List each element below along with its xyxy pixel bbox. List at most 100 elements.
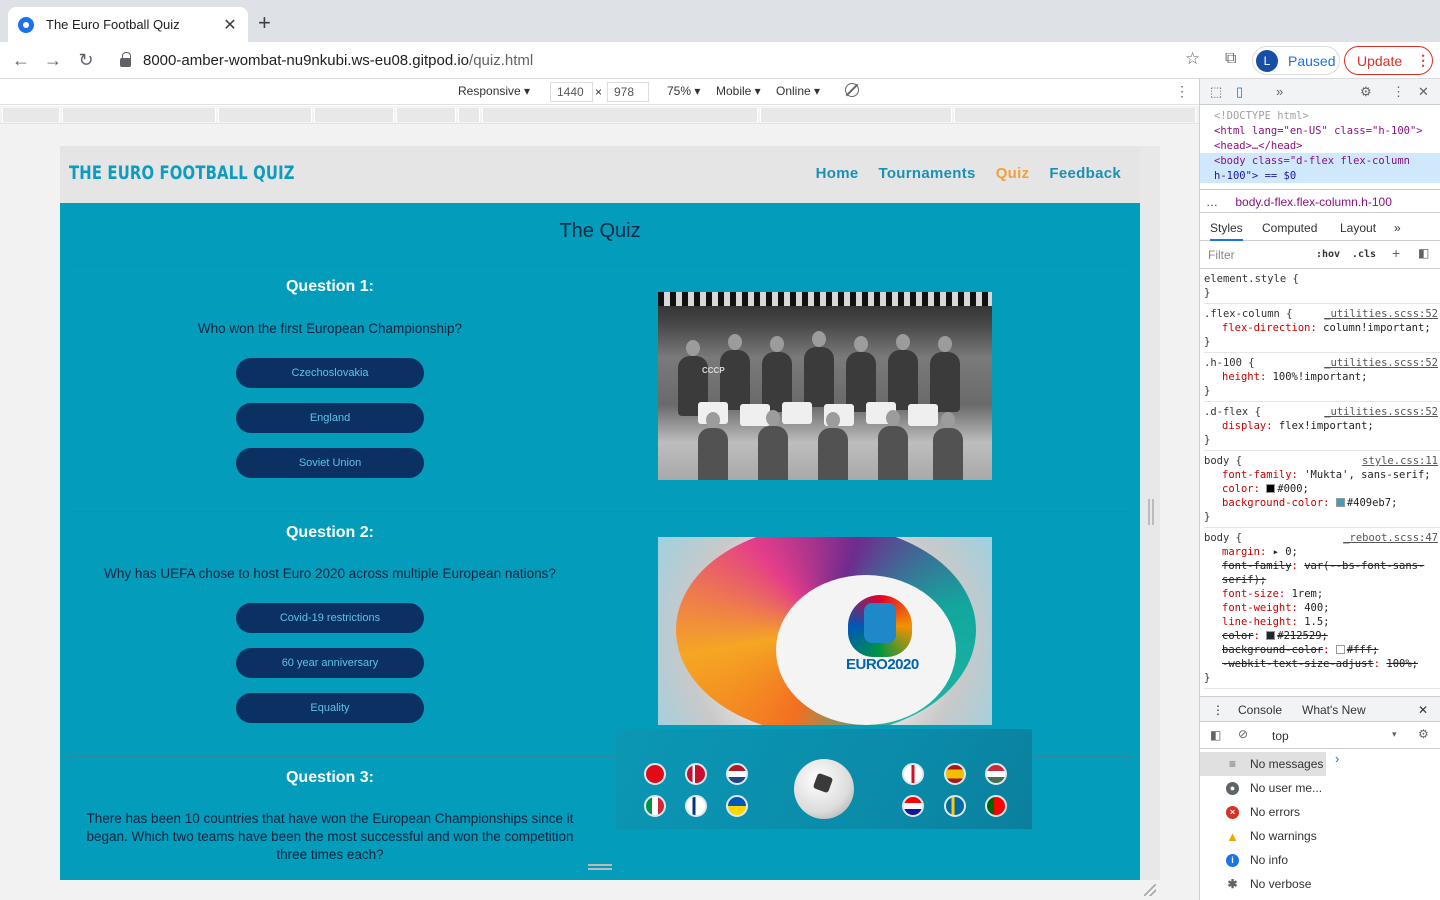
sidebar-item-user-messages[interactable]: ● No user me...	[1200, 776, 1326, 800]
answer-button[interactable]: Equality	[236, 693, 424, 723]
rule-source-link[interactable]: style.css:11	[1362, 454, 1438, 468]
gear-icon[interactable]: ⚙	[1360, 84, 1372, 100]
tab-whats-new[interactable]: What's New	[1302, 703, 1366, 717]
nav-quiz[interactable]: Quiz	[996, 165, 1030, 182]
hov-toggle[interactable]: :hov	[1316, 249, 1340, 260]
extensions-icon[interactable]: ⧉	[1225, 50, 1236, 68]
inspect-element-icon[interactable]: ⬚	[1210, 84, 1222, 100]
tab-layout[interactable]: Layout	[1340, 221, 1376, 235]
viewport-height-input[interactable]: 978	[607, 82, 649, 102]
style-rule[interactable]: .d-flex {_utilities.scss:52 display: flex…	[1204, 402, 1440, 451]
device-mode-select[interactable]: Responsive ▾	[458, 84, 530, 98]
chevron-down-icon[interactable]: ▾	[1392, 729, 1397, 740]
tab-console[interactable]: Console	[1238, 703, 1282, 717]
new-rule-icon[interactable]: +	[1392, 245, 1400, 261]
answer-button[interactable]: Czechoslovakia	[236, 358, 424, 388]
css-property[interactable]: font-family: 'Mukta', sans-serif;	[1204, 468, 1440, 482]
style-rule[interactable]: body {_reboot.scss:47 margin: ▸ 0; font-fa…	[1204, 528, 1440, 689]
css-property[interactable]: line-height: 1.5;	[1204, 615, 1440, 629]
dom-doctype[interactable]: <!DOCTYPE html>	[1214, 109, 1423, 124]
viewport-width-input[interactable]: 1440	[550, 82, 593, 102]
media-query-segment[interactable]	[458, 108, 480, 122]
media-query-segment[interactable]	[954, 108, 1196, 122]
breadcrumb-more[interactable]: …	[1206, 195, 1218, 209]
context-select[interactable]: top	[1272, 729, 1289, 743]
filter-input[interactable]: Filter	[1208, 248, 1235, 262]
answer-button[interactable]: Covid-19 restrictions	[236, 603, 424, 633]
style-rule[interactable]: element.style {}	[1204, 269, 1440, 304]
css-property[interactable]: background-color: #409eb7;	[1204, 496, 1440, 510]
rule-source-link[interactable]: _utilities.scss:52	[1324, 356, 1438, 370]
css-property[interactable]: color: #000;	[1204, 482, 1440, 496]
close-icon[interactable]: ✕	[222, 15, 238, 35]
dom-html-node[interactable]: <html lang="en-US" class="h-100">	[1214, 124, 1423, 139]
rotate-icon[interactable]	[845, 83, 859, 97]
rule-source-link[interactable]: _utilities.scss:52	[1324, 307, 1438, 321]
clear-console-icon[interactable]: ⊘	[1238, 727, 1248, 741]
sidebar-item-errors[interactable]: × No errors	[1200, 800, 1326, 824]
rule-source-link[interactable]: _utilities.scss:52	[1324, 405, 1438, 419]
browser-tab[interactable]: The Euro Football Quiz ✕	[8, 7, 248, 42]
tab-styles[interactable]: Styles	[1210, 221, 1243, 241]
media-query-segment[interactable]	[314, 108, 394, 122]
bookmark-star-icon[interactable]: ☆	[1185, 49, 1200, 69]
media-query-segment[interactable]	[218, 108, 312, 122]
color-swatch-icon[interactable]	[1266, 631, 1276, 640]
reload-icon[interactable]: ↻	[75, 49, 97, 71]
breadcrumb-item[interactable]: body.d-flex.flex-column.h-100	[1235, 195, 1392, 209]
color-swatch-icon[interactable]	[1335, 498, 1345, 507]
answer-button[interactable]: 60 year anniversary	[236, 648, 424, 678]
more-tabs-icon[interactable]: »	[1276, 84, 1283, 99]
new-tab-icon[interactable]: +	[258, 12, 271, 34]
rule-source-link[interactable]: _reboot.scss:47	[1343, 531, 1438, 545]
close-icon[interactable]: ✕	[1418, 84, 1429, 100]
css-property[interactable]: -webkit-text-size-adjust: 100%;	[1204, 657, 1440, 671]
css-property[interactable]: flex-direction: column!important;	[1204, 321, 1440, 335]
media-query-segment[interactable]	[396, 108, 456, 122]
color-swatch-icon[interactable]	[1335, 645, 1345, 654]
sidebar-toggle-icon[interactable]: ◧	[1210, 728, 1221, 742]
sidebar-item-info[interactable]: i No info	[1200, 848, 1326, 872]
sidebar-item-verbose[interactable]: ✱ No verbose	[1200, 872, 1326, 896]
kebab-icon[interactable]: ⋮	[1175, 83, 1189, 100]
color-swatch-icon[interactable]	[1266, 484, 1276, 493]
answer-button[interactable]: Soviet Union	[236, 448, 424, 478]
css-property[interactable]: font-family: var(--bs-font-sans-serif);	[1204, 559, 1440, 587]
resize-handle-right[interactable]	[1148, 499, 1154, 525]
resize-handle-corner[interactable]	[1144, 884, 1156, 896]
dom-body-node[interactable]: <body class="d-flex flex-column	[1214, 154, 1423, 169]
gear-icon[interactable]: ⚙	[1418, 727, 1429, 741]
sidebar-item-warnings[interactable]: ▲ No warnings	[1200, 824, 1326, 848]
zoom-select[interactable]: 75% ▾	[667, 84, 700, 98]
css-property[interactable]: font-weight: 400;	[1204, 601, 1440, 615]
media-query-segment[interactable]	[760, 108, 952, 122]
profile-button[interactable]: L Paused	[1252, 46, 1340, 75]
kebab-icon[interactable]: ⋮	[1392, 84, 1405, 100]
css-property[interactable]: background-color: #fff;	[1204, 643, 1440, 657]
forward-icon[interactable]: →	[42, 49, 64, 71]
media-query-segment[interactable]	[62, 108, 216, 122]
css-property[interactable]: height: 100%!important;	[1204, 370, 1440, 384]
tab-more[interactable]: »	[1394, 221, 1401, 235]
nav-home[interactable]: Home	[816, 165, 859, 182]
style-rule[interactable]: body {style.css:11 font-family: 'Mukta', …	[1204, 451, 1440, 528]
nav-tournaments[interactable]: Tournaments	[878, 165, 975, 182]
answer-button[interactable]: England	[236, 403, 424, 433]
console-prompt-icon[interactable]: ›	[1335, 751, 1339, 766]
resize-handle-bottom[interactable]	[588, 864, 612, 870]
media-query-segment[interactable]	[2, 108, 60, 122]
lock-icon[interactable]	[120, 52, 131, 67]
address-bar[interactable]: 8000-amber-wombat-nu9nkubi.ws-eu08.gitpo…	[108, 46, 1213, 75]
cls-toggle[interactable]: .cls	[1352, 249, 1376, 260]
css-property[interactable]: margin: ▸ 0;	[1204, 545, 1440, 559]
css-property[interactable]: color: #212529;	[1204, 629, 1440, 643]
network-throttle-select[interactable]: Online ▾	[776, 84, 820, 98]
device-type-select[interactable]: Mobile ▾	[716, 84, 761, 98]
kebab-icon[interactable]: ⋮	[1212, 703, 1224, 717]
nav-feedback[interactable]: Feedback	[1049, 165, 1121, 182]
back-icon[interactable]: ←	[10, 49, 32, 71]
update-button[interactable]: Update ⋮	[1344, 46, 1433, 75]
css-property[interactable]: display: flex!important;	[1204, 419, 1440, 433]
dom-tree[interactable]: <!DOCTYPE html> <html lang="en-US" class…	[1214, 109, 1423, 184]
dom-head-node[interactable]: <head>…</head>	[1214, 139, 1423, 154]
